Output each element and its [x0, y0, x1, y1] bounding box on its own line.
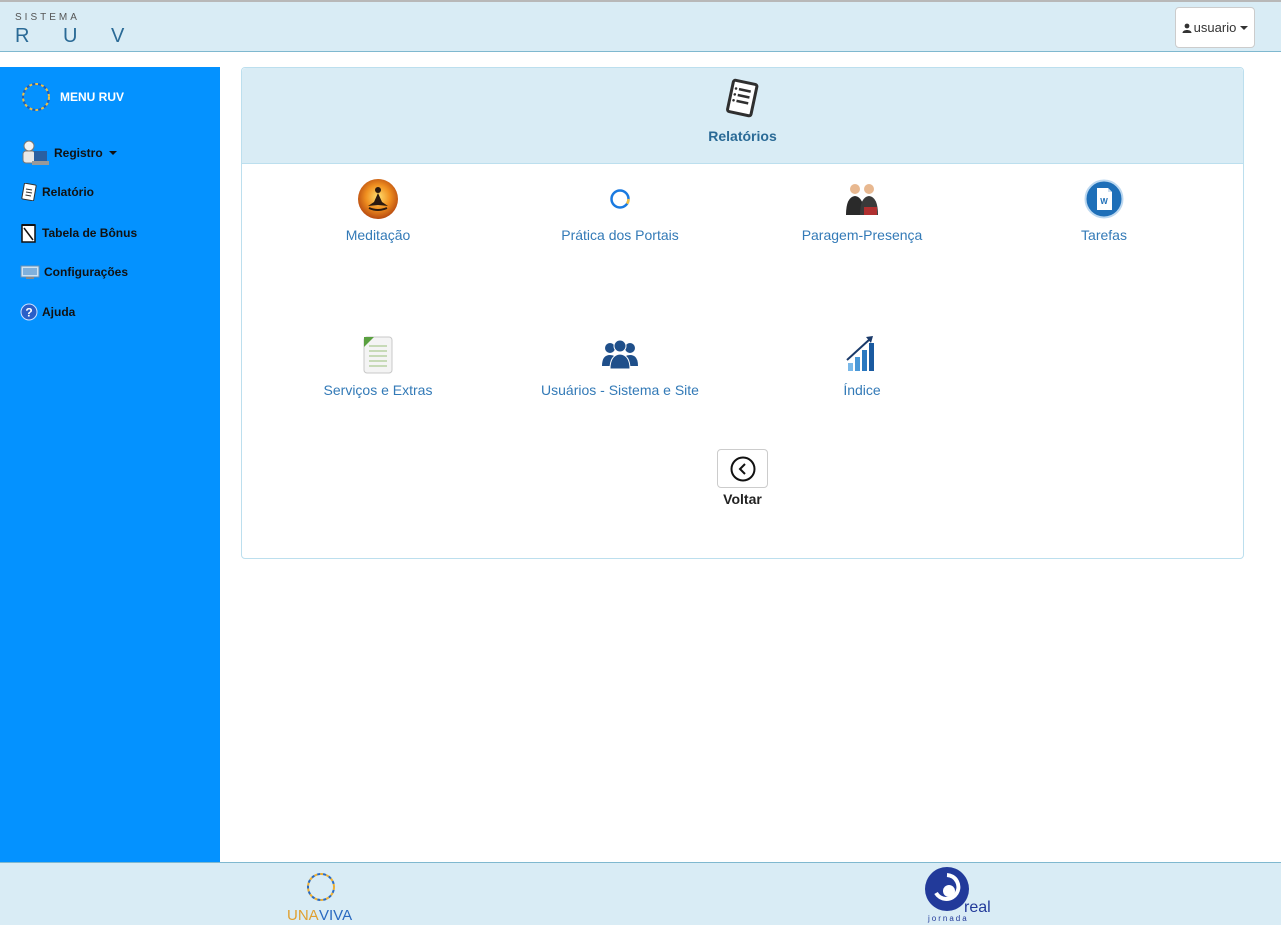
- brand-app-name[interactable]: R U V: [15, 25, 138, 48]
- caret-down-icon: [108, 151, 117, 155]
- sidebar-item-label: Configurações: [44, 265, 129, 279]
- tile-label: Usuários - Sistema e Site: [541, 382, 699, 398]
- tile-label: Prática dos Portais: [561, 227, 679, 243]
- tile-servicos-extras[interactable]: Serviços e Extras: [258, 333, 498, 398]
- caret-down-icon: [1240, 25, 1249, 30]
- notepad-icon: [21, 224, 36, 243]
- unaviva-logo-text-viva: VIVA: [319, 907, 352, 923]
- tile-usuarios-sistema-site[interactable]: Usuários - Sistema e Site: [500, 333, 740, 398]
- user-computer-icon: [22, 140, 49, 165]
- sidebar-item-label: Relatório: [42, 185, 95, 199]
- report-icon: [21, 183, 37, 201]
- tile-pratica-portais[interactable]: Prática dos Portais: [500, 178, 740, 243]
- meditation-icon: [358, 179, 398, 219]
- users-group-icon: [602, 339, 638, 370]
- tile-meditacao[interactable]: Meditação: [258, 178, 498, 243]
- help-icon: ?: [20, 303, 38, 321]
- tile-label: Índice: [843, 382, 881, 398]
- people-meeting-icon: [846, 184, 878, 215]
- jornada-real-logo: real jornada: [925, 867, 991, 923]
- svg-text:W: W: [1100, 197, 1108, 206]
- panel-title: Relatórios: [708, 128, 777, 144]
- tile-label: Paragem-Presença: [801, 227, 923, 243]
- user-menu-label: usuario: [1193, 20, 1237, 35]
- footer: UNA VIVA real jornada: [0, 862, 1281, 925]
- user-menu-button[interactable]: usuario: [1175, 7, 1255, 48]
- tile-label: Tarefas: [1081, 227, 1127, 243]
- sidebar-item-configuracoes[interactable]: Configurações: [20, 264, 128, 280]
- back-label: Voltar: [723, 491, 762, 507]
- reports-panel: Relatórios Meditação Prática dos Portais: [241, 67, 1244, 559]
- sidebar-menu-title: MENU RUV: [60, 90, 125, 104]
- tile-label: Meditação: [345, 227, 411, 243]
- unaviva-logo: UNA VIVA: [287, 873, 352, 923]
- panel-header: Relatórios: [242, 68, 1243, 164]
- sidebar-item-label: Ajuda: [42, 305, 76, 319]
- growth-chart-icon: [846, 336, 874, 371]
- sidebar-item-label: Tabela de Bônus: [42, 226, 138, 240]
- menu-ring-icon: [22, 83, 50, 111]
- tile-tarefas[interactable]: W Tarefas: [984, 178, 1224, 243]
- sidebar-item-tabela-bonus[interactable]: Tabela de Bônus: [20, 223, 137, 243]
- back-button[interactable]: [717, 449, 768, 488]
- sidebar-item-label: Registro: [54, 146, 103, 160]
- user-icon: [1182, 23, 1192, 33]
- tile-paragem-presenca[interactable]: Paragem-Presença: [742, 178, 982, 243]
- notes-icon: [363, 336, 393, 374]
- sidebar: MENU RUV Registro Relatório Tabela de Bô…: [0, 67, 220, 862]
- tile-indice[interactable]: Índice: [742, 333, 982, 398]
- top-navbar: SISTEMA R U V usuario: [0, 0, 1281, 52]
- brand-system-label: SISTEMA: [15, 12, 80, 23]
- chevron-left-circle-icon: [730, 456, 755, 481]
- report-document-icon: [726, 78, 759, 118]
- unaviva-logo-text-una: UNA: [287, 907, 319, 923]
- portal-circle-icon: [610, 189, 630, 209]
- svg-text:?: ?: [25, 306, 32, 320]
- task-document-icon: W: [1084, 179, 1124, 219]
- jornada-logo-text: jornada: [927, 914, 969, 923]
- sidebar-item-relatorio[interactable]: Relatório: [20, 183, 94, 201]
- sidebar-item-ajuda[interactable]: ? Ajuda: [20, 303, 75, 321]
- sidebar-item-registro[interactable]: Registro: [20, 139, 117, 167]
- monitor-settings-icon: [20, 265, 40, 279]
- tile-label: Serviços e Extras: [323, 382, 433, 398]
- sidebar-menu-header[interactable]: MENU RUV: [20, 81, 124, 113]
